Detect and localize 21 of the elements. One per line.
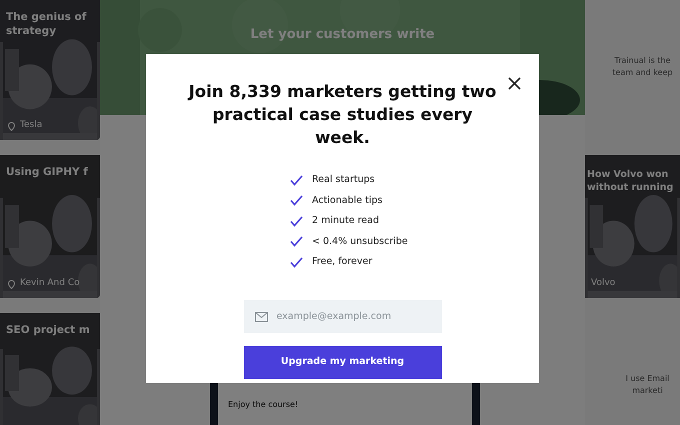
close-icon[interactable]	[508, 77, 521, 90]
blurb-text: team and keep	[611, 67, 674, 79]
feature-text: < 0.4% unsubscribe	[312, 234, 408, 248]
email-field[interactable]: example@example.com	[244, 300, 442, 332]
phone-text: Enjoy the course!	[228, 399, 298, 411]
blurb-text: Trainual is the	[614, 55, 672, 67]
feature-text: Actionable tips	[312, 194, 382, 208]
feature-text: 2 minute read	[312, 214, 379, 228]
card-author: Kevin And Co	[20, 278, 80, 290]
card-title: SEO project m	[6, 323, 90, 338]
card-title: Using GIPHY f	[6, 165, 88, 180]
location-pin-icon	[8, 280, 15, 289]
feature-text: Real startups	[312, 173, 375, 187]
feature-text: Free, forever	[312, 255, 372, 269]
quote-text: I use Email	[624, 373, 670, 385]
quote-text: marketi	[631, 385, 664, 397]
card-author: Volvo	[591, 278, 616, 290]
upgrade-button[interactable]: Upgrade my marketing	[244, 346, 442, 378]
card-title: How Volvo won	[587, 169, 668, 182]
card-title: without running	[587, 182, 674, 195]
modal-title: Join 8,339 marketers getting two practical case studies every week.	[186, 81, 498, 149]
